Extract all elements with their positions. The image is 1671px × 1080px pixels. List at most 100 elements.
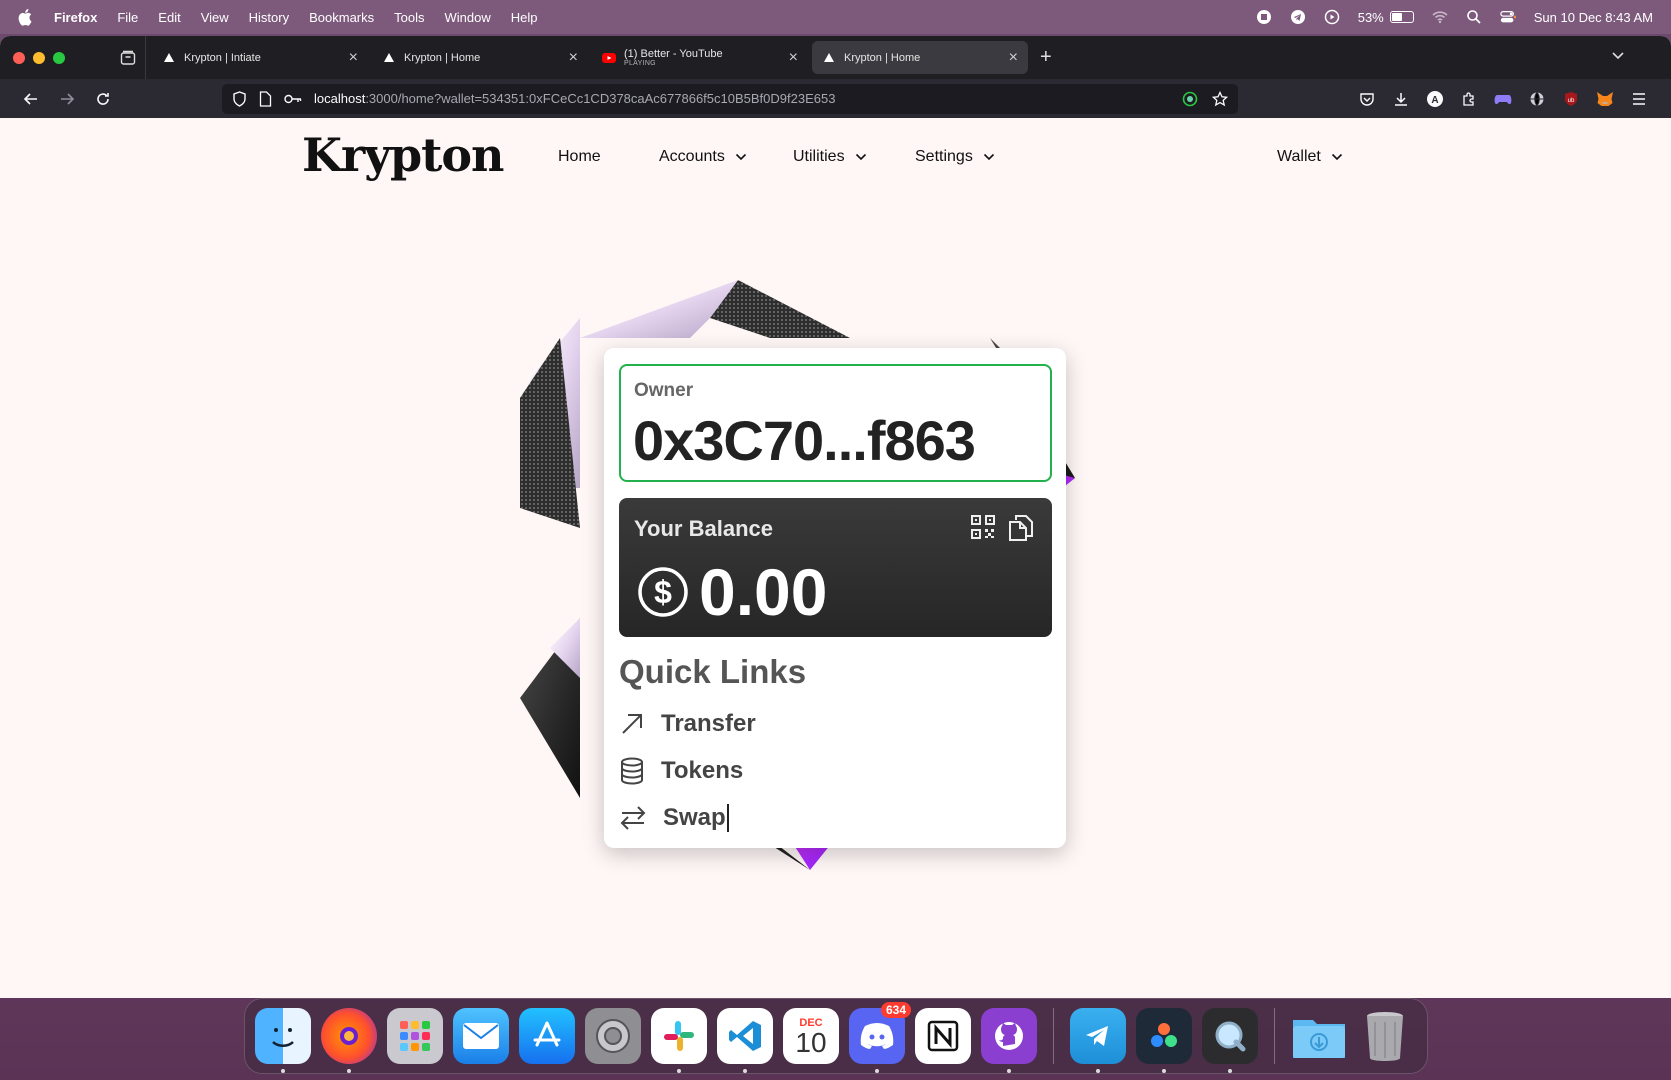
telegram-status-icon[interactable]: [1290, 9, 1306, 25]
control-center-icon[interactable]: [1500, 9, 1516, 25]
battery-status[interactable]: 53%: [1358, 10, 1414, 25]
tab-close-icon[interactable]: ×: [349, 49, 358, 67]
bookmark-star-icon[interactable]: [1212, 90, 1228, 107]
copy-icon[interactable]: [1008, 514, 1034, 542]
discord-icon[interactable]: 634: [849, 1002, 911, 1073]
menu-window[interactable]: Window: [445, 10, 491, 25]
macos-dock: DEC 10 634: [244, 998, 1428, 1074]
nav-utilities-dropdown[interactable]: Utilities: [793, 148, 867, 166]
back-button[interactable]: [14, 91, 48, 107]
minimize-window-button[interactable]: [33, 51, 45, 64]
app-store-icon[interactable]: [519, 1008, 575, 1064]
extensions-puzzle-icon[interactable]: [1460, 90, 1478, 108]
account-avatar-icon[interactable]: A: [1426, 90, 1444, 108]
menu-help[interactable]: Help: [511, 10, 538, 25]
metamask-fox-icon[interactable]: [1596, 90, 1614, 108]
tab-close-icon[interactable]: ×: [789, 49, 798, 67]
forward-button[interactable]: [50, 91, 84, 107]
pocket-icon[interactable]: [1358, 90, 1376, 108]
slack-icon[interactable]: [651, 1008, 707, 1073]
finder-icon[interactable]: [255, 1008, 311, 1073]
system-settings-icon[interactable]: [585, 1008, 641, 1064]
menu-view[interactable]: View: [201, 10, 229, 25]
balance-value: 0.00: [699, 555, 828, 629]
battery-icon: [1389, 11, 1414, 23]
launchpad-icon[interactable]: [387, 1008, 443, 1064]
tab-krypton-home-active[interactable]: Krypton | Home ×: [812, 41, 1028, 74]
menubar-clock[interactable]: Sun 10 Dec 8:43 AM: [1534, 10, 1653, 25]
menu-file[interactable]: File: [117, 10, 138, 25]
reload-icon: [97, 92, 109, 105]
record-icon[interactable]: [1256, 9, 1272, 25]
apple-icon[interactable]: [18, 8, 34, 26]
site-logo[interactable]: Krypton: [302, 128, 504, 182]
downloads-folder-icon[interactable]: [1291, 1008, 1347, 1064]
quicktime-icon[interactable]: [1202, 1008, 1258, 1073]
owner-box[interactable]: Owner 0x3C70...f863: [619, 364, 1052, 482]
quick-link-swap[interactable]: Swap: [619, 804, 729, 832]
shield-icon[interactable]: [232, 90, 247, 107]
zoom-window-button[interactable]: [53, 51, 65, 64]
balance-box: Your Balance $ 0.00: [619, 498, 1052, 637]
menu-history[interactable]: History: [249, 10, 289, 25]
chevron-down-icon: [855, 153, 866, 161]
notion-icon[interactable]: [915, 1008, 971, 1064]
spotlight-search-icon[interactable]: [1466, 9, 1482, 25]
hamburger-menu-icon[interactable]: [1630, 90, 1648, 108]
telegram-icon[interactable]: [1070, 1008, 1126, 1073]
page-icon[interactable]: [259, 90, 272, 107]
wifi-icon[interactable]: [1432, 9, 1448, 25]
quick-link-transfer[interactable]: Transfer: [619, 710, 756, 738]
quick-link-label: Transfer: [661, 710, 756, 737]
globe-extension-icon[interactable]: [1528, 90, 1546, 108]
davinci-resolve-icon[interactable]: [1136, 1008, 1192, 1073]
tracking-protection-icon[interactable]: [1182, 91, 1198, 107]
quick-link-tokens[interactable]: Tokens: [619, 757, 743, 785]
toolbar-extensions: A ub: [1358, 90, 1648, 108]
nav-accounts-dropdown[interactable]: Accounts: [659, 148, 747, 166]
tab-close-icon[interactable]: ×: [1009, 49, 1018, 67]
tab-close-icon[interactable]: ×: [569, 49, 578, 67]
nav-settings-dropdown[interactable]: Settings: [915, 148, 995, 166]
nav-home-link[interactable]: Home: [558, 148, 601, 166]
dock-separator: [1274, 1008, 1275, 1064]
calendar-icon[interactable]: DEC 10: [783, 1008, 839, 1064]
tab-krypton-home[interactable]: Krypton | Home ×: [372, 41, 588, 74]
arrow-up-right-icon: [622, 714, 642, 734]
svg-text:$: $: [654, 574, 672, 610]
menu-app-firefox[interactable]: Firefox: [54, 10, 97, 25]
github-desktop-icon[interactable]: [981, 1008, 1037, 1073]
tab-krypton-intiate[interactable]: Krypton | Intiate ×: [152, 41, 368, 74]
menu-tools[interactable]: Tools: [394, 10, 424, 25]
tab-playing-label: PLAYING: [624, 59, 656, 67]
downloads-icon[interactable]: [1392, 90, 1410, 108]
menu-bookmarks[interactable]: Bookmarks: [309, 10, 374, 25]
chevron-down-icon: [1612, 52, 1624, 60]
gamepad-extension-icon[interactable]: [1494, 90, 1512, 108]
running-indicator: [1162, 1069, 1166, 1073]
url-path: :3000/home?wallet=534351:0xFCeCc1CD378ca…: [365, 91, 836, 106]
tab-youtube[interactable]: (1) Better - YouTube PLAYING ×: [592, 41, 808, 74]
qr-code-icon[interactable]: [970, 514, 996, 540]
url-bar[interactable]: localhost:3000/home?wallet=534351:0xFCeC…: [222, 83, 1238, 114]
nav-wallet-dropdown[interactable]: Wallet: [1277, 148, 1343, 166]
arrow-right-icon: [61, 92, 75, 105]
mail-icon[interactable]: [453, 1008, 509, 1064]
new-tab-button[interactable]: +: [1040, 46, 1052, 69]
firefox-icon[interactable]: [321, 1008, 377, 1073]
vscode-icon[interactable]: [717, 1008, 773, 1073]
owner-address[interactable]: 0x3C70...f863: [633, 408, 976, 473]
trash-icon[interactable]: [1357, 1008, 1413, 1064]
svg-text:A: A: [1431, 95, 1438, 106]
list-all-tabs-button[interactable]: [1611, 48, 1625, 67]
key-icon[interactable]: [284, 93, 302, 105]
firefox-view-button[interactable]: [110, 36, 146, 79]
reload-button[interactable]: [86, 91, 120, 107]
ublock-origin-icon[interactable]: ub: [1562, 90, 1580, 108]
menu-edit[interactable]: Edit: [158, 10, 180, 25]
play-status-icon[interactable]: [1324, 9, 1340, 25]
close-window-button[interactable]: [13, 51, 25, 64]
calendar-day: 10: [795, 1027, 827, 1058]
window-controls: [0, 51, 110, 64]
quick-links-title: Quick Links: [619, 653, 807, 690]
